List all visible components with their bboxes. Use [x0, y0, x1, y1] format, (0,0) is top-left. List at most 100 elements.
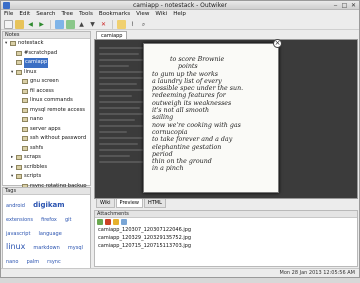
tree-item-label: scripts	[24, 173, 42, 179]
tree-item-label: sshfs	[30, 144, 44, 151]
note-line: thin on the ground	[152, 158, 212, 166]
forward-icon[interactable]: ▶	[37, 20, 46, 29]
note-line: points	[178, 63, 198, 71]
folder-icon	[16, 164, 22, 170]
tag-javascript[interactable]: javascript	[6, 231, 30, 237]
menu-edit[interactable]: Edit	[19, 10, 30, 19]
tree-item-label: nano	[30, 116, 43, 122]
tag-mysql[interactable]: mysql	[68, 245, 83, 251]
tree-item-label: server apps	[30, 125, 61, 132]
menu-bar: File Edit Search Tree Tools Bookmarks Vi…	[1, 10, 359, 19]
paste-attachment-icon[interactable]	[113, 219, 119, 225]
window-title: camiapp - notestack - Outwiker	[132, 2, 228, 9]
tree-item-notestack[interactable]: ▾ notestack	[3, 39, 90, 49]
tree-item-nano[interactable]: nano	[3, 115, 90, 125]
tab-wiki[interactable]: Wiki	[96, 199, 115, 208]
search-icon[interactable]: ⌕	[139, 20, 148, 29]
menu-view[interactable]: View	[136, 10, 149, 19]
menu-tools[interactable]: Tools	[79, 10, 93, 19]
page-tab-camiapp[interactable]: camiapp	[96, 31, 128, 39]
tag-markdown[interactable]: markdown	[33, 245, 59, 251]
note-line: in a pinch	[152, 165, 184, 173]
maximize-button[interactable]: □	[341, 1, 348, 10]
add-child-icon[interactable]	[66, 20, 75, 29]
add-page-icon[interactable]	[55, 20, 64, 29]
close-preview-button[interactable]: ×	[273, 39, 282, 48]
tree-item-label: notestack	[18, 40, 44, 46]
open-icon[interactable]	[15, 20, 24, 29]
note-line: outweigh its weaknesses	[152, 99, 232, 107]
tag-palm[interactable]: palm	[27, 259, 40, 265]
note-line: cornucopia	[152, 128, 188, 136]
tree-item-label: camiapp	[24, 58, 49, 68]
note-line: to gum up the works	[152, 70, 219, 78]
tree-item-scribbles[interactable]: ▸ scribbles	[3, 163, 90, 173]
tree-item-fil-access[interactable]: fil access	[3, 87, 90, 97]
new-note-icon[interactable]	[4, 20, 13, 29]
note-line: possible spec under the sun.	[152, 85, 244, 93]
tree-item-label: #scratchpad	[24, 49, 58, 56]
tag-android[interactable]: android	[6, 203, 25, 209]
attachment-item[interactable]: camiapp_120715_120715113703.jpg	[98, 242, 357, 250]
page-icon	[22, 136, 28, 141]
folder-icon	[10, 41, 16, 46]
tree-item-scripts[interactable]: ▾ scripts	[3, 172, 90, 182]
tree-item-linux[interactable]: ▾ linux	[3, 68, 90, 78]
folder-icon	[16, 69, 22, 75]
delete-icon[interactable]: ✕	[99, 20, 108, 29]
menu-wiki[interactable]: Wiki	[155, 10, 167, 19]
tab-preview[interactable]: Preview	[115, 199, 143, 208]
tag-firefox[interactable]: firefox	[41, 217, 57, 223]
tag-extensions[interactable]: extensions	[6, 217, 33, 223]
close-window-button[interactable]: ✕	[350, 1, 357, 10]
menu-bookmarks[interactable]: Bookmarks	[99, 10, 130, 19]
expand-icon[interactable]: ▸	[11, 163, 13, 173]
collapse-icon[interactable]: ▾	[11, 172, 13, 182]
menu-file[interactable]: File	[4, 10, 13, 19]
page-icon	[22, 126, 28, 132]
note-line: to take forever and a day	[152, 136, 233, 144]
expand-icon[interactable]: ▸	[11, 153, 13, 163]
move-down-icon[interactable]: ▼	[88, 20, 97, 29]
tag-linux[interactable]: linux	[6, 242, 25, 251]
menu-search[interactable]: Search	[36, 10, 55, 19]
notes-panel: Notes ▾ notestack #scratchpad camiapp ▾ li…	[2, 31, 91, 189]
move-up-icon[interactable]: ▲	[77, 20, 86, 29]
tree-item-server-apps[interactable]: server apps	[3, 125, 90, 135]
tree-item-scraps[interactable]: ▸ scraps	[3, 153, 90, 163]
tag-git[interactable]: git	[65, 217, 72, 223]
attach-icon[interactable]: ⌇	[128, 20, 137, 29]
attachment-item[interactable]: camiapp_120329_120329135752.jpg	[98, 234, 357, 242]
tree-item-ssh-without-password[interactable]: ssh without password	[3, 134, 90, 144]
page-icon	[22, 79, 28, 84]
attachment-item[interactable]: camiapp_120307_120307122046.jpg	[98, 226, 357, 234]
open-attachment-icon[interactable]	[121, 219, 127, 225]
minimize-button[interactable]: ‒	[332, 1, 339, 10]
edit-icon[interactable]	[117, 20, 126, 29]
remove-attachment-icon[interactable]	[105, 219, 111, 225]
collapse-icon[interactable]: ▾	[11, 68, 13, 78]
tag-rsync[interactable]: rsync	[47, 259, 61, 265]
collapse-icon[interactable]: ▾	[5, 39, 7, 49]
tree-item-gnu-screen[interactable]: gnu screen	[3, 77, 90, 87]
tree-item-label: scraps	[24, 154, 41, 160]
tree-item-camiapp[interactable]: camiapp	[3, 58, 90, 68]
tab-html[interactable]: HTML	[143, 199, 166, 208]
notes-panel-title: Notes	[3, 32, 90, 39]
tree-item-label: fil access	[30, 87, 54, 94]
menu-help[interactable]: Help	[173, 10, 186, 19]
tag-nano[interactable]: nano	[6, 259, 18, 265]
tree-item-scratchpad[interactable]: #scratchpad	[3, 49, 90, 59]
tag-digikam[interactable]: digikam	[33, 201, 65, 209]
tree-item-label: mysql remote access	[30, 106, 86, 113]
toolbar-separator	[50, 20, 51, 29]
tag-language[interactable]: language	[39, 231, 62, 237]
notes-tree: ▾ notestack #scratchpad camiapp ▾ linux gn…	[3, 39, 90, 191]
back-icon[interactable]: ◀	[26, 20, 35, 29]
page-icon	[16, 50, 22, 56]
tree-item-mysql-remote-access[interactable]: mysql remote access	[3, 106, 90, 116]
add-attachment-icon[interactable]	[97, 219, 103, 225]
tree-item-sshfs[interactable]: sshfs	[3, 144, 90, 154]
tree-item-linux-commands[interactable]: linux commands	[3, 96, 90, 106]
menu-tree[interactable]: Tree	[61, 10, 73, 19]
